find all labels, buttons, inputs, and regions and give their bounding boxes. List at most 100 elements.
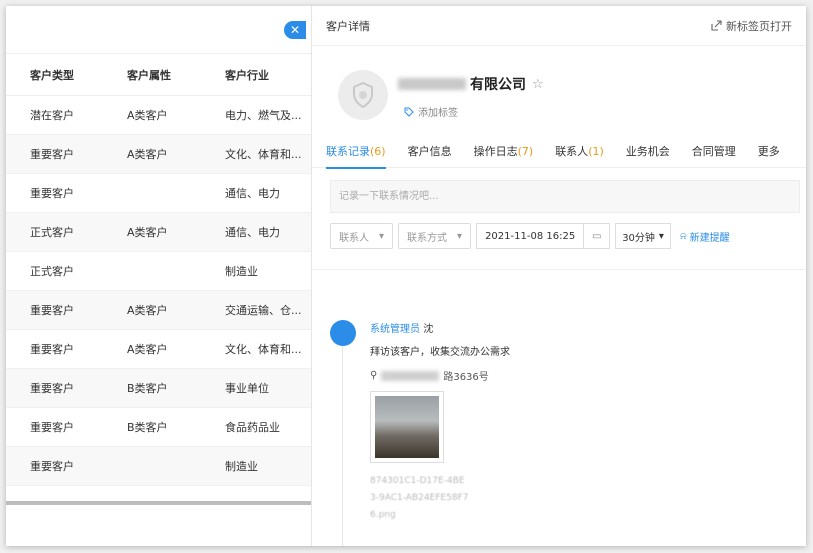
- chevron-down-icon: ▾: [457, 230, 463, 242]
- tab-label: 业务机会: [625, 144, 670, 158]
- cell-attribute: B类客户: [127, 382, 168, 395]
- table-row[interactable]: 潜在客户 A类客户 电力、燃气及...: [6, 96, 311, 135]
- table-header: 客户类型 客户属性 客户行业: [6, 54, 311, 96]
- record-user-link[interactable]: 系统管理员: [370, 324, 420, 335]
- tag-icon: [404, 107, 414, 117]
- company-name: 有限公司 ☆: [398, 74, 544, 94]
- address-suffix: 路3636号: [443, 372, 489, 383]
- table-row[interactable]: 重要客户 制造业: [6, 447, 311, 486]
- tab-contact-records[interactable]: 联系记录(6): [326, 136, 386, 169]
- contact-note-input[interactable]: 记录一下联系情况吧...: [330, 180, 800, 213]
- table-row[interactable]: 重要客户 A类客户 文化、体育和...: [6, 330, 311, 369]
- tab-label: 联系人: [555, 144, 589, 158]
- attachment-image: [375, 396, 439, 458]
- attachment-thumbnail[interactable]: [370, 391, 444, 463]
- record-user-suffix: 沈: [423, 324, 434, 335]
- cell-type: 重要客户: [30, 148, 74, 161]
- open-new-tab-link[interactable]: 新标签页打开: [711, 18, 792, 34]
- company-name-suffix: 有限公司: [470, 77, 526, 93]
- cell-type: 潜在客户: [30, 109, 74, 122]
- company-summary: 有限公司 ☆ 添加标签: [312, 46, 806, 136]
- new-reminder-button[interactable]: ⍾ 新建提醒: [680, 229, 730, 244]
- cell-industry: 通信、电力: [225, 226, 280, 239]
- contact-method-label: 联系方式: [407, 232, 448, 244]
- tab-label: 联系记录: [326, 144, 370, 158]
- record-address: ⚲ 路3636号: [370, 368, 670, 383]
- add-tag-label: 添加标签: [418, 108, 458, 119]
- tab-contacts[interactable]: 联系人(1): [555, 136, 604, 168]
- attachment-filename[interactable]: 874301C1-D17E-4BE3-9AC1-AB24EFE58F76.png: [370, 473, 470, 524]
- tab-label: 操作日志: [473, 144, 518, 158]
- table-row[interactable]: 正式客户 制造业: [6, 252, 311, 291]
- contact-method-select[interactable]: 联系方式 ▾: [398, 223, 472, 249]
- cell-industry: 交通运输、仓...: [225, 304, 302, 317]
- cell-industry: 制造业: [225, 460, 258, 473]
- cell-industry: 文化、体育和...: [225, 148, 302, 161]
- cell-type: 正式客户: [30, 226, 74, 239]
- redacted-address: [381, 370, 440, 381]
- header-customer-industry[interactable]: 客户行业: [201, 67, 311, 83]
- cell-attribute: A类客户: [127, 304, 168, 317]
- tab-more[interactable]: 更多: [758, 136, 780, 168]
- close-panel-button[interactable]: ✕: [284, 21, 306, 39]
- cell-industry: 通信、电力: [225, 187, 280, 200]
- duration-select[interactable]: 30分钟 ▾: [615, 223, 671, 249]
- cell-type: 重要客户: [30, 187, 74, 200]
- cell-type: 重要客户: [30, 460, 74, 473]
- header-customer-type[interactable]: 客户类型: [6, 67, 103, 83]
- customer-detail-panel: 客户详情 新标签页打开 有限公司 ☆ 添加标签 联系记录(6) 客户信息 操作日…: [311, 6, 806, 546]
- cell-attribute: A类客户: [127, 343, 168, 356]
- customer-table: ✕ 客户类型 客户属性 客户行业 潜在客户 A类客户 电力、燃气及... 重要客户 A…: [6, 6, 311, 546]
- tab-operation-log[interactable]: 操作日志(7): [474, 136, 534, 168]
- table-row[interactable]: 重要客户 B类客户 事业单位: [6, 369, 311, 408]
- cell-attribute: A类客户: [127, 148, 168, 161]
- tab-business-opportunities[interactable]: 业务机会: [626, 136, 670, 168]
- datetime-value: 2021-11-08 16:25: [485, 230, 576, 242]
- star-icon[interactable]: ☆: [532, 77, 544, 92]
- chevron-down-icon: ▾: [658, 230, 664, 242]
- table-row[interactable]: 重要客户 A类客户 文化、体育和...: [6, 135, 311, 174]
- cell-type: 重要客户: [30, 382, 74, 395]
- table-row[interactable]: 重要客户 A类客户 交通运输、仓...: [6, 291, 311, 330]
- panel-title: 客户详情: [326, 19, 370, 33]
- tab-count: (6): [370, 144, 386, 158]
- datetime-picker[interactable]: 2021-11-08 16:25 ▭: [476, 223, 611, 249]
- new-reminder-label: 新建提醒: [689, 232, 730, 244]
- header-customer-attribute[interactable]: 客户属性: [103, 67, 201, 83]
- contact-person-select[interactable]: 联系人 ▾: [330, 223, 394, 249]
- divider: [312, 269, 806, 270]
- cell-type: 正式客户: [30, 265, 74, 278]
- cell-type: 重要客户: [30, 343, 74, 356]
- cell-industry: 文化、体育和...: [225, 343, 302, 356]
- horizontal-scrollbar[interactable]: [6, 501, 311, 505]
- bell-icon: ⍾: [679, 230, 687, 242]
- duration-value: 30分钟: [622, 232, 655, 244]
- calendar-icon[interactable]: ▭: [583, 224, 609, 248]
- company-logo: [338, 70, 388, 120]
- location-icon: ⚲: [370, 370, 378, 381]
- detail-tabs: 联系记录(6) 客户信息 操作日志(7) 联系人(1) 业务机会 合同管理 更多: [312, 136, 806, 169]
- tab-customer-info[interactable]: 客户信息: [408, 136, 452, 168]
- table-row[interactable]: 重要客户 B类客户 食品药品业: [6, 408, 311, 447]
- tab-label: 合同管理: [691, 144, 736, 158]
- redacted-name: [398, 78, 466, 90]
- cell-type: 重要客户: [30, 304, 74, 317]
- app-frame: ✕ 客户类型 客户属性 客户行业 潜在客户 A类客户 电力、燃气及... 重要客户 A…: [6, 6, 806, 546]
- cell-type: 重要客户: [30, 421, 74, 434]
- panel-header: 客户详情 新标签页打开: [312, 6, 806, 46]
- record-filters: 联系人 ▾ 联系方式 ▾ 2021-11-08 16:25 ▭ 30分钟 ▾ ⍾ 新建提醒: [330, 223, 806, 249]
- cell-industry: 食品药品业: [225, 421, 280, 434]
- record-user: 系统管理员 沈: [370, 320, 670, 335]
- add-tag-button[interactable]: 添加标签: [404, 104, 458, 119]
- timeline-line: [342, 346, 343, 546]
- table-row[interactable]: 重要客户 通信、电力: [6, 174, 311, 213]
- table-row[interactable]: 正式客户 A类客户 通信、电力: [6, 213, 311, 252]
- shield-icon: [353, 82, 373, 108]
- tab-label: 更多: [757, 144, 780, 158]
- table-toolbar: ✕: [6, 6, 311, 54]
- external-link-icon: [711, 20, 722, 31]
- record-body: 系统管理员 沈 拜访该客户，收集交流办公需求 ⚲ 路3636号 874301C1-…: [370, 320, 670, 524]
- chevron-down-icon: ▾: [379, 230, 385, 242]
- cell-attribute: A类客户: [127, 109, 168, 122]
- tab-contract-management[interactable]: 合同管理: [692, 136, 736, 168]
